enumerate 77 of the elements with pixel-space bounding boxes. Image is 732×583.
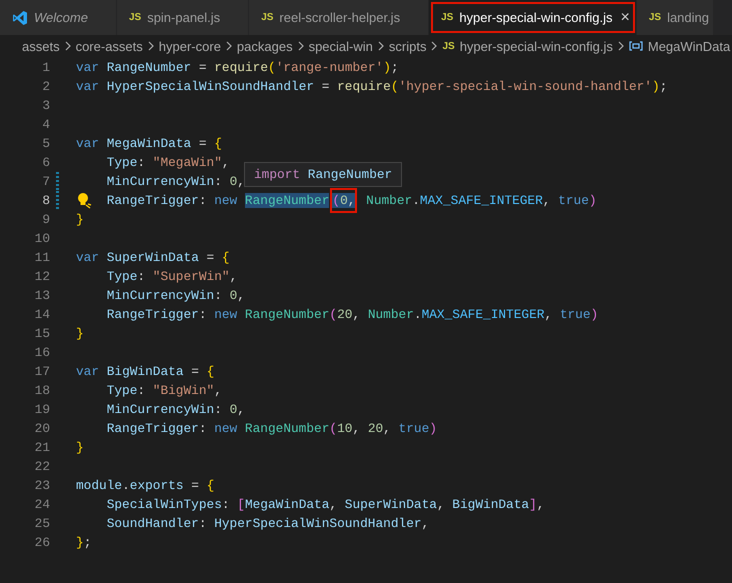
line-number: 20 bbox=[34, 421, 50, 436]
code-line: SpecialWinTypes: [MegaWinData, SuperWinData, BigWinData], bbox=[106, 497, 544, 512]
line-number: 12 bbox=[34, 269, 50, 284]
code-line: var MegaWinData = { bbox=[76, 136, 222, 151]
editor-tab[interactable]: JS landing bbox=[636, 0, 714, 35]
code-line: MinCurrencyWin: 0, bbox=[106, 174, 245, 189]
code-line: module.exports = { bbox=[76, 478, 214, 493]
editor-tab[interactable]: JS spin-panel.js bbox=[116, 0, 250, 35]
code-line: } bbox=[76, 212, 84, 227]
js-file-icon: JS bbox=[442, 40, 455, 52]
breadcrumb-item[interactable]: special-win bbox=[308, 38, 373, 54]
chevron-right-icon bbox=[64, 41, 72, 51]
line-number: 6 bbox=[41, 155, 50, 170]
breadcrumb-item[interactable]: scripts bbox=[388, 38, 426, 54]
line-number: 8 bbox=[41, 193, 50, 208]
breadcrumb-item[interactable]: hyper-core bbox=[158, 38, 221, 54]
highlight-box: (0, bbox=[332, 190, 356, 211]
chevron-right-icon bbox=[224, 41, 233, 51]
code-line: Type: "SuperWin", bbox=[106, 269, 238, 284]
js-file-icon: JS bbox=[648, 12, 662, 23]
code-line: RangeTrigger: new RangeNumber(10, 20, true) bbox=[106, 421, 437, 436]
editor-tab[interactable]: JS reel-scroller-helper.js bbox=[249, 0, 430, 35]
breadcrumb-item[interactable]: core-assets bbox=[76, 38, 143, 54]
line-number: 24 bbox=[34, 497, 50, 512]
breadcrumb-item[interactable]: assets bbox=[22, 38, 60, 54]
symbol-variable-icon bbox=[628, 40, 643, 52]
chevron-right-icon bbox=[296, 41, 305, 51]
line-number: 4 bbox=[41, 117, 50, 132]
code-line: MinCurrencyWin: 0, bbox=[106, 288, 245, 303]
chevron-right-icon bbox=[146, 41, 155, 51]
chevron-right-icon bbox=[616, 41, 625, 51]
breadcrumb-item[interactable]: MegaWinData bbox=[628, 38, 730, 54]
line-number: 10 bbox=[34, 231, 50, 246]
breadcrumb-item[interactable]: packages bbox=[236, 38, 293, 54]
line-number: 21 bbox=[34, 440, 50, 455]
code-line: Type: "MegaWin", bbox=[106, 155, 230, 170]
code-line: var RangeNumber = require('range-number'); bbox=[76, 60, 399, 75]
code-line: RangeTrigger: new RangeNumber (0, Number.MAX_SAFE_INTEGER, true) bbox=[106, 193, 597, 208]
line-number: 7 bbox=[41, 174, 50, 189]
js-file-icon: JS bbox=[261, 12, 274, 23]
line-number: 2 bbox=[41, 79, 50, 94]
line-number: 5 bbox=[41, 136, 50, 151]
line-number: 25 bbox=[34, 516, 50, 531]
code-line: RangeTrigger: new RangeNumber(20, Number.MAX_SAFE_INTEGER, true) bbox=[106, 307, 598, 322]
chevron-right-icon bbox=[430, 41, 438, 51]
chevron-right-icon bbox=[376, 41, 385, 51]
js-file-icon: JS bbox=[441, 12, 454, 23]
editor-tab[interactable]: Welcome bbox=[0, 0, 117, 35]
code-line: var HyperSpecialWinSoundHandler = require('hyper-special-win-sound-handler'); bbox=[76, 79, 668, 94]
code-line: } bbox=[76, 326, 84, 341]
hover-tooltip: import RangeNumber bbox=[244, 162, 402, 187]
vscode-logo-icon bbox=[12, 10, 28, 26]
breadcrumb-item[interactable]: JS hyper-special-win-config.js bbox=[442, 38, 613, 54]
code-line: SoundHandler: HyperSpecialWinSoundHandler, bbox=[106, 516, 430, 531]
close-button[interactable]: × bbox=[618, 8, 630, 26]
line-number: 9 bbox=[41, 212, 50, 227]
code-line: var BigWinData = { bbox=[76, 364, 214, 379]
editor-tab[interactable]: JS hyper-special-win-config.js × bbox=[429, 0, 637, 35]
code-line: } bbox=[76, 440, 84, 455]
line-number: 19 bbox=[34, 402, 50, 417]
js-file-icon: JS bbox=[128, 12, 142, 23]
line-number: 15 bbox=[34, 326, 50, 341]
code-line: MinCurrencyWin: 0, bbox=[106, 402, 245, 417]
line-number: 17 bbox=[34, 364, 50, 379]
line-number: 14 bbox=[34, 307, 50, 322]
code-line: Type: "BigWin", bbox=[106, 383, 222, 398]
line-number: 16 bbox=[34, 345, 50, 360]
line-number: 1 bbox=[41, 60, 50, 75]
line-number: 3 bbox=[41, 98, 50, 113]
line-number: 22 bbox=[34, 459, 50, 474]
line-number: 13 bbox=[34, 288, 50, 303]
code-line: var SuperWinData = { bbox=[76, 250, 230, 265]
line-number: 18 bbox=[34, 383, 50, 398]
line-number: 26 bbox=[34, 535, 50, 550]
line-number: 23 bbox=[34, 478, 50, 493]
code-line: }; bbox=[76, 535, 92, 550]
line-number: 11 bbox=[34, 250, 50, 265]
